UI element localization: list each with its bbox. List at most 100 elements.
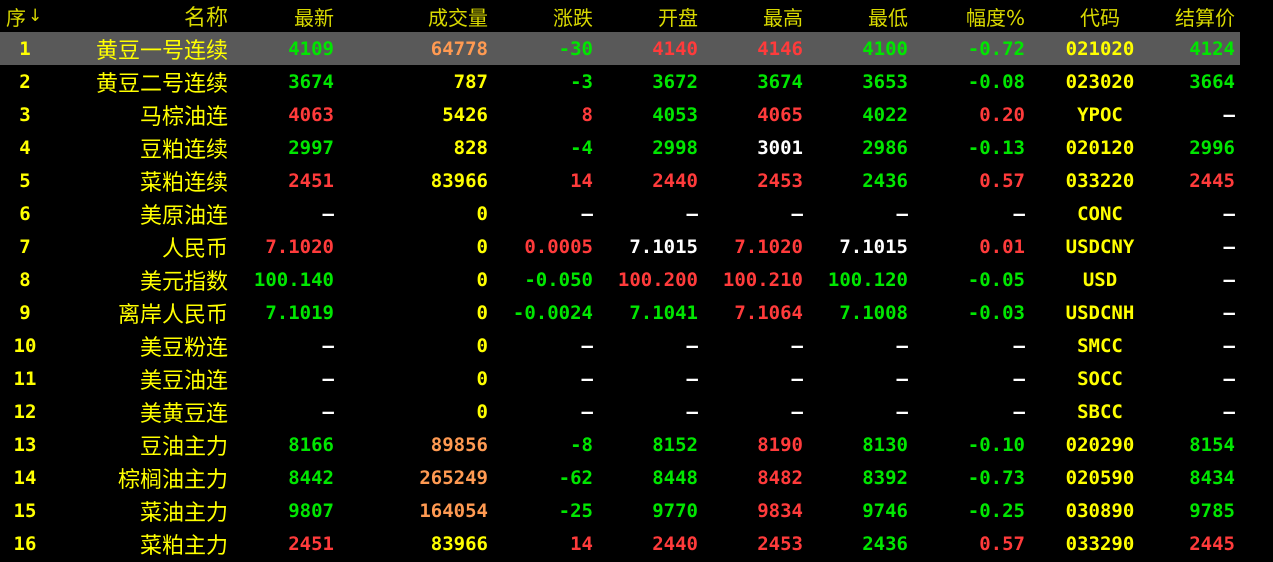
cell-name: 人民币 <box>161 236 228 262</box>
cell-code: SMCC <box>1077 334 1123 357</box>
cell-change: — <box>581 202 593 225</box>
cell-settle: 3664 <box>1189 70 1235 93</box>
header-high[interactable]: 最高 <box>698 0 803 32</box>
cell-seq: 1 <box>19 37 31 60</box>
cell-last: 9807 <box>288 499 334 522</box>
cell-seq: 12 <box>13 400 37 423</box>
table-row[interactable]: 16 菜粕主力 2451 83966 14 2440 2453 2436 0.57 033290 2… <box>0 527 1240 560</box>
cell-high: — <box>791 367 803 390</box>
cell-settle: — <box>1223 202 1235 225</box>
table-row[interactable]: 15 菜油主力 9807 164054 -25 9770 9834 9746 -0.25 0308… <box>0 494 1240 527</box>
header-low[interactable]: 最低 <box>803 0 908 32</box>
cell-low: 3653 <box>862 70 908 93</box>
cell-change: -0.050 <box>524 268 593 291</box>
cell-change: 14 <box>570 532 593 555</box>
cell-settle: — <box>1223 301 1235 324</box>
cell-high: 8190 <box>757 433 803 456</box>
cell-seq: 2 <box>19 70 31 93</box>
sort-down-icon[interactable]: ↓ <box>28 6 42 26</box>
cell-last: 2997 <box>288 136 334 159</box>
cell-volume: 0 <box>476 268 488 291</box>
header-settle[interactable]: 结算价 <box>1175 0 1235 32</box>
cell-low: 2436 <box>862 532 908 555</box>
cell-open: 3672 <box>652 70 698 93</box>
cell-pct: -0.05 <box>967 268 1025 291</box>
cell-settle: — <box>1223 367 1235 390</box>
cell-settle: 2445 <box>1189 169 1235 192</box>
cell-pct: 0.01 <box>979 235 1025 258</box>
table-row[interactable]: 5 菜粕连续 2451 83966 14 2440 2453 2436 0.57 033220 24… <box>0 164 1240 197</box>
table-row[interactable]: 8 美元指数 100.140 0 -0.050 100.200 100.210 100.120… <box>0 263 1240 296</box>
cell-pct: — <box>1013 400 1025 423</box>
table-row[interactable]: 4 豆粕连续 2997 828 -4 2998 3001 2986 -0.13 020120 299… <box>0 131 1240 164</box>
cell-volume: 0 <box>476 202 488 225</box>
cell-last: 100.140 <box>253 268 334 291</box>
cell-volume: 164054 <box>419 499 488 522</box>
cell-pct: -0.03 <box>967 301 1025 324</box>
cell-pct: -0.10 <box>967 433 1025 456</box>
cell-code: USDCNY <box>1065 235 1135 258</box>
cell-pct: — <box>1013 334 1025 357</box>
cell-low: 4022 <box>862 103 908 126</box>
header-change[interactable]: 涨跌 <box>488 0 593 32</box>
table-row[interactable]: 12 美黄豆连 — 0 — — — — — SBCC — <box>0 395 1240 428</box>
cell-volume: 0 <box>476 334 488 357</box>
cell-settle: 8154 <box>1189 433 1235 456</box>
header-pct[interactable]: 幅度% <box>908 0 1025 32</box>
cell-high: 100.210 <box>722 268 803 291</box>
table-row[interactable]: 9 离岸人民币 7.1019 0 -0.0024 7.1041 7.1064 7.1008 -0… <box>0 296 1240 329</box>
cell-high: 2453 <box>757 532 803 555</box>
cell-open: — <box>686 202 698 225</box>
header-seq[interactable]: 序 ↓ <box>0 0 56 32</box>
table-row[interactable]: 7 人民币 7.1020 0 0.0005 7.1015 7.1020 7.1015 0.01 U… <box>0 230 1240 263</box>
table-row[interactable]: 10 美豆粉连 — 0 — — — — — SMCC — <box>0 329 1240 362</box>
cell-low: 4100 <box>862 37 908 60</box>
cell-volume: 0 <box>476 400 488 423</box>
cell-low: — <box>896 400 908 423</box>
table-row[interactable]: 1 黄豆一号连续 4109 64778 -30 4140 4146 4100 -0.72 0210… <box>0 32 1240 65</box>
header-name[interactable]: 名称 <box>60 0 228 32</box>
cell-last: 8166 <box>288 433 334 456</box>
cell-seq: 11 <box>13 367 37 390</box>
table-row[interactable]: 13 豆油主力 8166 89856 -8 8152 8190 8130 -0.10 020290… <box>0 428 1240 461</box>
cell-seq: 10 <box>13 334 37 357</box>
cell-open: 2440 <box>652 169 698 192</box>
cell-name: 菜粕连续 <box>139 170 228 196</box>
cell-seq: 6 <box>19 202 31 225</box>
cell-name: 棕榈油主力 <box>117 467 228 493</box>
table-row[interactable]: 6 美原油连 — 0 — — — — — CONC — <box>0 197 1240 230</box>
cell-code: 023020 <box>1065 70 1135 93</box>
cell-open: 2998 <box>652 136 698 159</box>
cell-pct: -0.73 <box>967 466 1025 489</box>
cell-change: -30 <box>558 37 593 60</box>
cell-settle: — <box>1223 334 1235 357</box>
cell-high: 4146 <box>757 37 803 60</box>
cell-open: 9770 <box>652 499 698 522</box>
header-code[interactable]: 代码 <box>1025 0 1175 32</box>
table-row[interactable]: 11 美豆油连 — 0 — — — — — SOCC — <box>0 362 1240 395</box>
cell-last: — <box>322 367 334 390</box>
cell-pct: -0.08 <box>967 70 1025 93</box>
cell-last: 4063 <box>288 103 334 126</box>
table-row[interactable]: 3 马棕油连 4063 5426 8 4053 4065 4022 0.20 YPOC — <box>0 98 1240 131</box>
cell-change: 8 <box>581 103 593 126</box>
cell-pct: 0.20 <box>979 103 1025 126</box>
cell-pct: -0.72 <box>967 37 1025 60</box>
cell-open: 7.1041 <box>629 301 698 324</box>
table-row[interactable]: 2 黄豆二号连续 3674 787 -3 3672 3674 3653 -0.08 023020 3… <box>0 65 1240 98</box>
cell-open: 2440 <box>652 532 698 555</box>
header-volume[interactable]: 成交量 <box>334 0 488 32</box>
cell-low: — <box>896 202 908 225</box>
header-open[interactable]: 开盘 <box>593 0 698 32</box>
cell-high: 7.1020 <box>734 235 803 258</box>
cell-change: 14 <box>570 169 593 192</box>
header-last[interactable]: 最新 <box>228 0 334 32</box>
cell-settle: 2445 <box>1189 532 1235 555</box>
cell-name: 美豆油连 <box>139 368 228 394</box>
cell-change: — <box>581 400 593 423</box>
table-row[interactable]: 14 棕榈油主力 8442 265249 -62 8448 8482 8392 -0.73 020… <box>0 461 1240 494</box>
cell-code: SOCC <box>1077 367 1123 390</box>
cell-open: — <box>686 334 698 357</box>
cell-code: CONC <box>1077 202 1123 225</box>
cell-seq: 15 <box>13 499 37 522</box>
